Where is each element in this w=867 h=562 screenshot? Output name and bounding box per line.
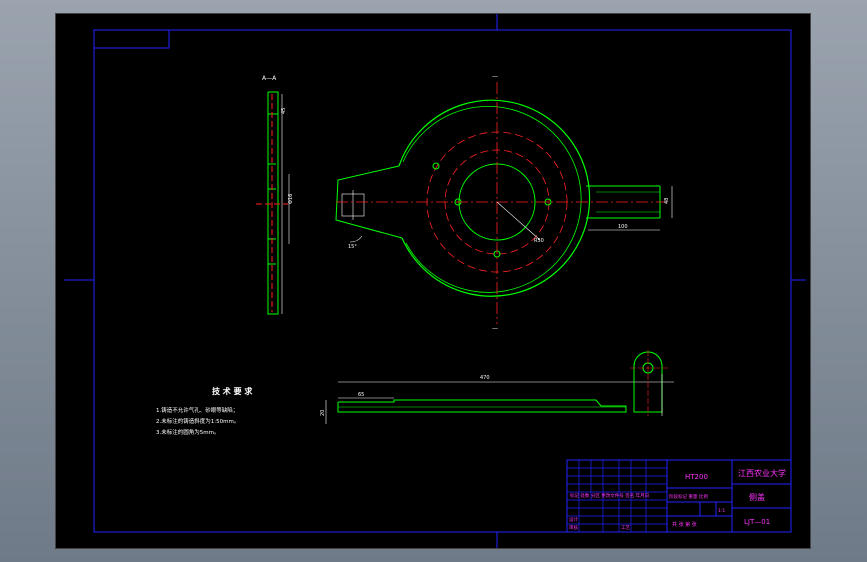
section-label: A—A (262, 75, 277, 82)
tech-title: 技 术 要 求 (212, 386, 253, 396)
tb-sheet-label: 共 张 第 张 (672, 521, 697, 528)
svg-text:45: 45 (281, 108, 287, 114)
cad-drawing: A—A Φ16 45 R50 — — 100 48 15° 470 65 20 … (64, 14, 806, 548)
front-view: 470 65 20 (320, 350, 674, 424)
tech-item-2: 2.未标注的铸造斜度为1:50mm。 (156, 417, 239, 425)
cad-viewport[interactable]: A—A Φ16 45 R50 — — 100 48 15° 470 65 20 … (56, 14, 810, 548)
tb-stage-labels: 阶段标记 重量 比例 (669, 493, 708, 500)
section-view-aa: A—A Φ16 45 (256, 75, 294, 315)
svg-text:Φ16: Φ16 (288, 194, 294, 204)
tb-scale: 1:1 (718, 508, 725, 514)
svg-text:—: — (492, 325, 498, 332)
tech-item-1: 1.铸造不允许气孔、砂眼等缺陷； (156, 406, 238, 414)
top-width-dim: 470 (480, 375, 490, 381)
drawing-border (93, 29, 792, 533)
tb-drawing-no: LJT—01 (744, 518, 770, 526)
small-height-dim: 20 (320, 410, 326, 416)
plan-view: R50 — — 100 48 15° (335, 73, 673, 332)
svg-text:—: — (492, 73, 498, 80)
slot-length-dim: 100 (618, 224, 628, 230)
tb-design-label: 设计 (569, 516, 578, 523)
tb-material: HT200 (685, 473, 708, 481)
tech-item-3: 3.未标注的圆角为5mm。 (156, 428, 219, 436)
tb-part-name: 侧盖 (749, 492, 765, 502)
tb-revision-row: 标记 处数 分区 更改文件号 签名 年月日 (570, 492, 649, 499)
tb-process-label: 工艺 (621, 525, 630, 531)
left-offset-dim: 65 (358, 392, 364, 398)
angle-dim: 15° (348, 244, 357, 250)
radius-dim: R50 (534, 238, 544, 244)
tb-review-label: 审核 (569, 524, 578, 531)
corner-box (94, 30, 170, 49)
title-block: 标记 处数 分区 更改文件号 签名 年月日 设计 审核 工艺 HT200 阶段标… (566, 459, 792, 533)
tech-requirements: 技 术 要 求 1.铸造不允许气孔、砂眼等缺陷； 2.未标注的铸造斜度为1:50… (156, 386, 253, 436)
tb-organization: 江西农业大学 (738, 468, 786, 478)
slot-width-dim: 48 (664, 198, 670, 204)
